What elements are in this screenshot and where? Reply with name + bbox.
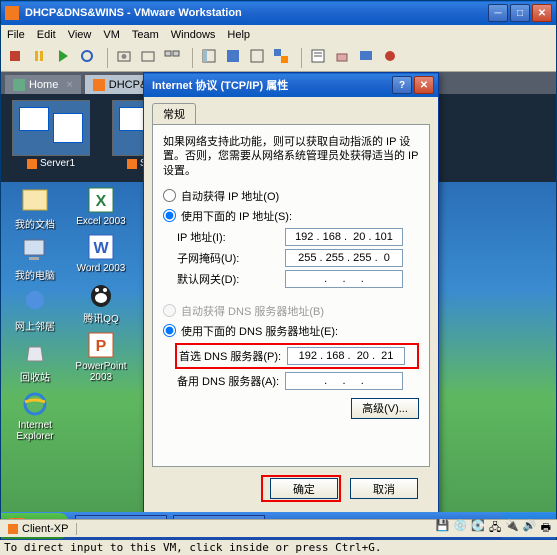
menu-windows[interactable]: Windows: [171, 29, 216, 41]
device-printer-icon[interactable]: 🖶: [541, 519, 551, 538]
poweroff-icon[interactable]: [7, 48, 27, 68]
excel-icon[interactable]: XExcel 2003: [73, 184, 129, 227]
menu-help[interactable]: Help: [227, 29, 250, 41]
dialog-titlebar: Internet 协议 (TCP/IP) 属性 ? ✕: [144, 73, 438, 97]
poweron-icon[interactable]: [55, 48, 75, 68]
device-cd-icon[interactable]: 💿: [454, 519, 468, 538]
device-net-icon[interactable]: 🖧: [489, 519, 501, 538]
qq-icon[interactable]: 腾讯QQ: [73, 278, 129, 325]
recycle-icon[interactable]: 回收站: [7, 337, 63, 384]
mask-field: 子网掩码(U):: [177, 249, 419, 267]
radio-auto-dns: 自动获得 DNS 服务器地址(B): [163, 303, 419, 319]
menu-view[interactable]: View: [68, 29, 92, 41]
svg-text:P: P: [96, 338, 107, 355]
radio-auto-ip[interactable]: 自动获得 IP 地址(O): [163, 188, 419, 204]
vm-status-bar: Client-XP 💾 💿 💽 🖧 🔌 🔊 🖶: [0, 519, 557, 537]
svg-text:X: X: [96, 193, 107, 210]
tab-home[interactable]: Home×: [5, 75, 81, 94]
capture-icon[interactable]: [382, 48, 402, 68]
dns1-highlight: 首选 DNS 服务器(P):: [175, 343, 419, 369]
ok-button[interactable]: 确定: [270, 478, 338, 499]
menu-team[interactable]: Team: [132, 29, 159, 41]
sidebar-icon[interactable]: [201, 48, 221, 68]
minimize-button[interactable]: ─: [488, 4, 508, 22]
close-icon[interactable]: ×: [66, 79, 72, 91]
ip-input[interactable]: [285, 228, 403, 246]
menu-file[interactable]: File: [7, 29, 25, 41]
vm-icon: [93, 79, 105, 91]
manager-icon[interactable]: [164, 48, 184, 68]
dialog-close-button[interactable]: ✕: [414, 76, 434, 94]
mask-input[interactable]: [285, 249, 403, 267]
thumb-server1[interactable]: Server1: [7, 100, 95, 176]
snapshot-icon[interactable]: [116, 48, 136, 68]
desktop-icons: 我的文档 我的电脑 网上邻居 回收站 Internet Explorer XEx…: [7, 184, 129, 442]
device-floppy-icon[interactable]: 💽: [471, 519, 485, 538]
console-icon[interactable]: [358, 48, 378, 68]
vmware-icon: [5, 6, 19, 20]
footer-hint: To direct input to this VM, click inside…: [0, 540, 557, 555]
device-usb-icon[interactable]: 🔌: [505, 519, 519, 538]
gateway-field: 默认网关(D):: [177, 270, 419, 288]
maximize-button[interactable]: □: [510, 4, 530, 22]
ie-icon[interactable]: Internet Explorer: [7, 388, 63, 442]
toolbar: [1, 44, 556, 72]
svg-text:W: W: [93, 240, 109, 257]
device-sound-icon[interactable]: 🔊: [523, 519, 537, 538]
radio-manual-dns[interactable]: 使用下面的 DNS 服务器地址(E):: [163, 323, 419, 339]
dialog-description: 如果网络支持此功能，则可以获取自动指派的 IP 设置。否则，您需要从网络系统管理…: [163, 135, 419, 178]
dns1-input[interactable]: [287, 347, 405, 365]
unity-icon[interactable]: [273, 48, 293, 68]
summary-icon[interactable]: [310, 48, 330, 68]
window-title: DHCP&DNS&WINS - VMware Workstation: [25, 7, 488, 19]
dns2-field: 备用 DNS 服务器(A):: [177, 372, 419, 390]
help-button[interactable]: ?: [392, 76, 412, 94]
menu-vm[interactable]: VM: [103, 29, 120, 41]
appliance-icon[interactable]: [334, 48, 354, 68]
mydocs-icon[interactable]: 我的文档: [7, 184, 63, 231]
advanced-button[interactable]: 高级(V)...: [351, 398, 419, 419]
device-hdd-icon[interactable]: 💾: [436, 519, 450, 538]
network-icon[interactable]: 网上邻居: [7, 286, 63, 333]
cancel-button[interactable]: 取消: [350, 478, 418, 499]
home-icon: [13, 79, 25, 91]
dns1-field: 首选 DNS 服务器(P):: [179, 347, 415, 365]
menubar: File Edit View VM Team Windows Help: [1, 25, 556, 44]
gateway-input[interactable]: [285, 270, 403, 288]
reset-icon[interactable]: [79, 48, 99, 68]
radio-manual-ip[interactable]: 使用下面的 IP 地址(S):: [163, 208, 419, 224]
guest-desktop[interactable]: 我的文档 我的电脑 网上邻居 回收站 Internet Explorer XEx…: [1, 182, 556, 540]
fullscreen-icon[interactable]: [225, 48, 245, 68]
quickswitch-icon[interactable]: [249, 48, 269, 68]
mycomputer-icon[interactable]: 我的电脑: [7, 235, 63, 282]
menu-edit[interactable]: Edit: [37, 29, 56, 41]
suspend-icon[interactable]: [31, 48, 51, 68]
ppt-icon[interactable]: PPowerPoint 2003: [73, 329, 129, 383]
close-button[interactable]: ✕: [532, 4, 552, 22]
dns2-input[interactable]: [285, 372, 403, 390]
word-icon[interactable]: WWord 2003: [73, 231, 129, 274]
tab-general[interactable]: 常规: [152, 103, 196, 124]
tcpip-dialog: Internet 协议 (TCP/IP) 属性 ? ✕ 常规 如果网络支持此功能…: [143, 72, 439, 517]
vmware-titlebar: DHCP&DNS&WINS - VMware Workstation ─ □ ✕: [1, 1, 556, 25]
revert-icon[interactable]: [140, 48, 160, 68]
ip-field: IP 地址(I):: [177, 228, 419, 246]
